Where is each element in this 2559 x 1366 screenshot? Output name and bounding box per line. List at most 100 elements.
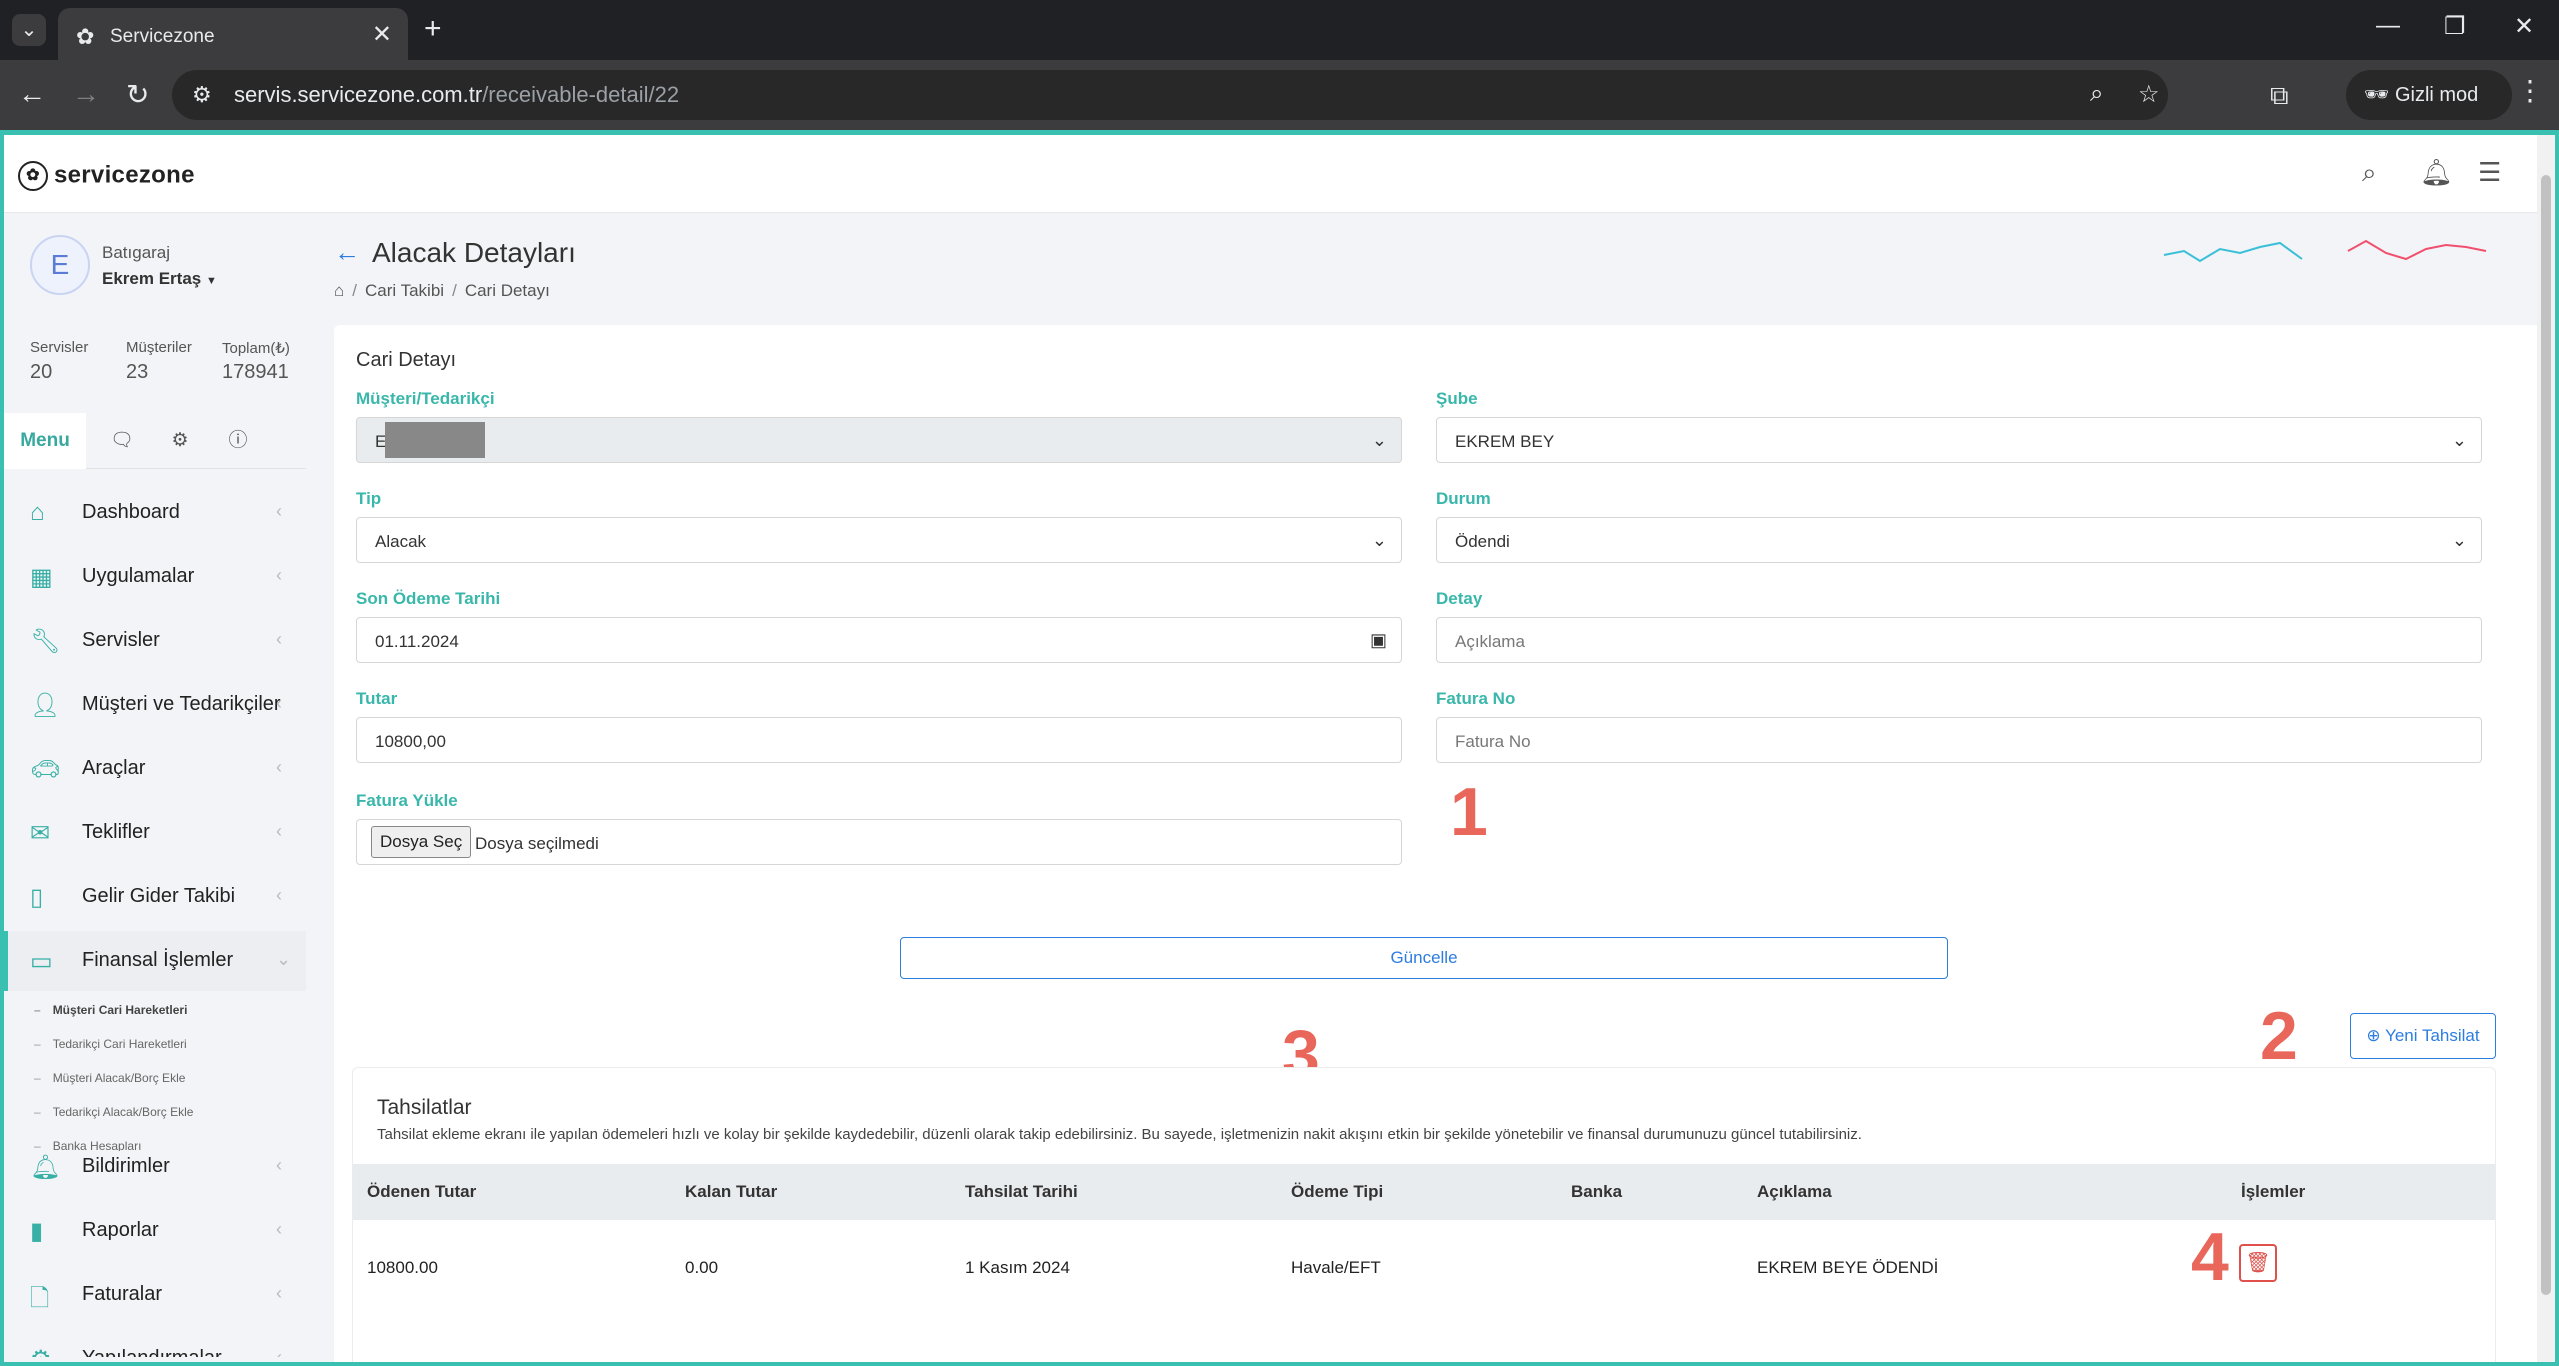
app-logo[interactable]: ✿ servicezone bbox=[18, 161, 195, 191]
amount-value: 10800,00 bbox=[375, 732, 446, 751]
calendar-icon[interactable]: ▣ bbox=[1370, 630, 1387, 651]
notification-bell-icon[interactable]: 🔔︎ bbox=[2420, 157, 2453, 188]
user-name-dropdown[interactable]: Ekrem Ertaş ▼ bbox=[102, 269, 217, 289]
back-icon[interactable]: ← bbox=[18, 78, 46, 110]
bookmark-star-icon[interactable]: ☆ bbox=[2138, 80, 2160, 109]
due-date-input[interactable]: 01.11.2024 ▣ bbox=[356, 617, 1402, 663]
page-title: Alacak Detayları bbox=[372, 237, 576, 268]
breadcrumb: ⌂ / Cari Takibi / Cari Detayı bbox=[334, 281, 550, 300]
page-scrollbar[interactable] bbox=[2537, 135, 2555, 1362]
sidebar-item-apps[interactable]: ▦ Uygulamalar ‹ bbox=[4, 547, 306, 607]
wrench-icon: 🔧︎ bbox=[30, 628, 61, 655]
sidebar-item-label: Gelir Gider Takibi bbox=[82, 885, 236, 907]
submenu-item[interactable]: – Tedarikçi Alacak/Borç Ekle bbox=[34, 1105, 193, 1119]
extensions-icon[interactable]: ⧉ bbox=[2270, 80, 2289, 112]
user-org: Batıgaraj bbox=[102, 243, 171, 262]
column-header: Açıklama bbox=[1757, 1182, 1832, 1201]
chevron-left-icon: ‹ bbox=[276, 565, 282, 585]
stat-value: 20 bbox=[30, 361, 53, 383]
avatar[interactable]: E bbox=[30, 235, 90, 295]
window-close-icon[interactable]: ✕ bbox=[2514, 12, 2534, 41]
sidebar-item-services[interactable]: 🔧︎ Servisler ‹ bbox=[4, 611, 306, 671]
new-tab-icon[interactable]: + bbox=[424, 12, 442, 46]
invoice-no-placeholder: Fatura No bbox=[1455, 732, 1531, 751]
incognito-label: Gizli mod bbox=[2394, 84, 2479, 106]
restore-icon[interactable]: ❐ bbox=[2444, 12, 2466, 41]
chevron-down-icon: ⌄ bbox=[276, 949, 292, 969]
card-title: Cari Detayı bbox=[356, 349, 457, 371]
sidebar-item-label: Dashboard bbox=[82, 501, 180, 523]
car-icon: 🚗︎ bbox=[30, 756, 61, 783]
submenu-item[interactable]: – Müşteri Alacak/Borç Ekle bbox=[34, 1071, 185, 1085]
sidebar-item-customers[interactable]: 👤︎ Müşteri ve Tedarikçiler ‹ bbox=[4, 675, 306, 735]
sidebar-item-invoices[interactable]: 🗋︎ Faturalar ‹ bbox=[4, 1265, 306, 1325]
address-bar[interactable]: ⚙ servis.servicezone.com.tr/receivable-d… bbox=[172, 70, 2168, 120]
status-select[interactable]: Ödendi ⌄ bbox=[1436, 517, 2482, 563]
browser-menu-icon[interactable]: ⋮ bbox=[2516, 74, 2544, 107]
minimize-icon[interactable]: — bbox=[2376, 12, 2400, 40]
incognito-badge[interactable]: 🕶 Gizli mod bbox=[2346, 70, 2512, 120]
payments-title: Tahsilatlar bbox=[377, 1096, 472, 1119]
sidebar-item-settings[interactable]: ⚙ Yapılandırmalar ‹ bbox=[4, 1329, 306, 1357]
redacted-block bbox=[385, 422, 485, 458]
zoom-icon[interactable]: ⌕ bbox=[2090, 80, 2103, 108]
app-viewport: ✿ servicezone ⌕ 🔔︎ ☰ E Batıgaraj Ekrem Er… bbox=[0, 130, 2559, 1366]
search-icon[interactable]: ⌕ bbox=[2362, 157, 2377, 189]
sidebar-item-label: Müşteri ve Tedarikçiler bbox=[82, 693, 281, 715]
tab-search-button[interactable]: ⌄ bbox=[12, 14, 46, 46]
stat-value: 23 bbox=[126, 361, 149, 383]
invoice-icon: 🗋︎ bbox=[30, 1285, 50, 1312]
paid-amount-cell: 10800.00 bbox=[367, 1258, 438, 1277]
chart-icon: ▮ bbox=[30, 1218, 44, 1245]
chevron-left-icon: ‹ bbox=[276, 693, 282, 713]
branch-label: Şube bbox=[1436, 389, 1478, 408]
sidebar-item-label: Yapılandırmalar bbox=[82, 1347, 222, 1357]
customer-select[interactable]: E ⌄ bbox=[356, 417, 1402, 463]
submenu-item[interactable]: – Müşteri Cari Hareketleri bbox=[34, 1003, 187, 1017]
sidebar-item-vehicles[interactable]: 🚗︎ Araçlar ‹ bbox=[4, 739, 306, 799]
detail-textarea[interactable]: Açıklama bbox=[1436, 617, 2482, 663]
gear-icon[interactable]: ⚙ bbox=[158, 413, 202, 469]
sidebar-item-dashboard[interactable]: ⌂ Dashboard ‹ bbox=[4, 483, 306, 543]
stat-label: Servisler bbox=[30, 339, 89, 356]
delete-trash-icon[interactable]: 🗑︎ bbox=[2239, 1244, 2277, 1282]
payments-section: Tahsilatlar Tahsilat ekleme ekranı ile y… bbox=[352, 1067, 2496, 1362]
sidebar-item-reports[interactable]: ▮ Raporlar ‹ bbox=[4, 1201, 306, 1261]
chevron-left-icon: ‹ bbox=[276, 1155, 282, 1175]
user-name: Ekrem Ertaş bbox=[102, 269, 202, 288]
site-info-icon[interactable]: ⚙ bbox=[192, 82, 212, 108]
close-tab-icon[interactable]: ✕ bbox=[372, 20, 392, 49]
column-header: İşlemler bbox=[2241, 1182, 2306, 1201]
logo-text: servicezone bbox=[54, 161, 195, 189]
column-header: Ödeme Tipi bbox=[1291, 1182, 1384, 1201]
breadcrumb-item[interactable]: Cari Takibi bbox=[365, 281, 444, 300]
submenu-item[interactable]: – Tedarikçi Cari Hareketleri bbox=[34, 1037, 187, 1051]
sidebar-item-notifications[interactable]: 🔔︎ Bildirimler ‹ bbox=[4, 1137, 306, 1197]
status-label: Durum bbox=[1436, 489, 1491, 508]
home-icon[interactable]: ⌂ bbox=[334, 281, 344, 300]
payment-type-cell: Havale/EFT bbox=[1291, 1258, 1381, 1277]
update-button[interactable]: Güncelle bbox=[900, 937, 1948, 979]
browser-tab[interactable]: ✿ Servicezone ✕ bbox=[58, 8, 408, 60]
new-payment-label: Yeni Tahsilat bbox=[2385, 1026, 2480, 1045]
tab-menu[interactable]: Menu bbox=[4, 413, 86, 469]
new-payment-button[interactable]: ⊕ Yeni Tahsilat bbox=[2350, 1013, 2496, 1059]
amount-input[interactable]: 10800,00 bbox=[356, 717, 1402, 763]
type-select[interactable]: Alacak ⌄ bbox=[356, 517, 1402, 563]
branch-select[interactable]: EKREM BEY ⌄ bbox=[1436, 417, 2482, 463]
sidebar-item-label: Finansal İşlemler bbox=[82, 949, 234, 971]
choose-file-button[interactable]: Dosya Seç bbox=[371, 826, 472, 858]
sidebar-item-finance[interactable]: ▭ Finansal İşlemler ⌄ bbox=[4, 931, 306, 991]
reload-icon[interactable]: ↻ bbox=[126, 78, 149, 111]
forward-icon[interactable]: → bbox=[72, 78, 100, 110]
sidebar-item-offers[interactable]: ✉ Teklifler ‹ bbox=[4, 803, 306, 863]
offer-icon: ✉ bbox=[30, 820, 51, 847]
back-arrow-icon[interactable]: ← bbox=[334, 237, 360, 268]
sidebar-item-income-expense[interactable]: ▯ Gelir Gider Takibi ‹ bbox=[4, 867, 306, 927]
help-icon[interactable]: ⓘ bbox=[216, 413, 260, 469]
invoice-no-input[interactable]: Fatura No bbox=[1436, 717, 2482, 763]
scrollbar-thumb[interactable] bbox=[2541, 175, 2551, 1295]
invoice-file-input[interactable]: Dosya Seç Dosya seçilmedi bbox=[356, 819, 1402, 865]
list-menu-icon[interactable]: ☰ bbox=[2478, 157, 2501, 188]
chat-icon[interactable]: 🗨︎ bbox=[100, 413, 144, 469]
